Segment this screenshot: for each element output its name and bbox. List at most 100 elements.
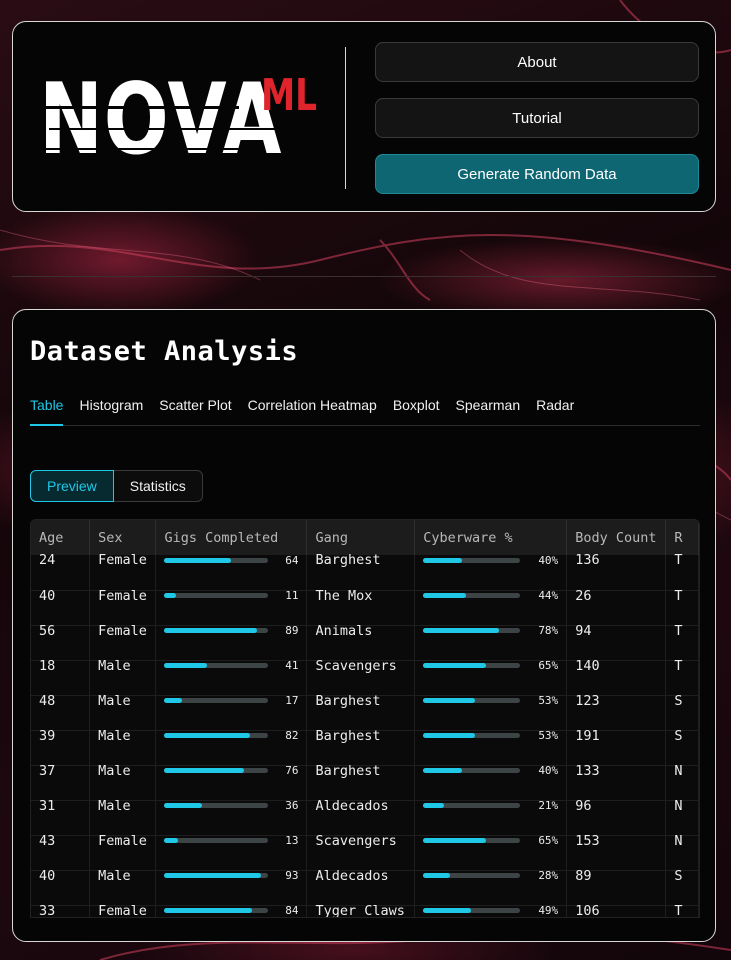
cell-gigs-completed-bar-fill [164, 663, 208, 668]
tab-radar[interactable]: Radar [536, 396, 574, 426]
cell-r: T [665, 648, 699, 684]
cell-gigs-completed-bar [164, 733, 269, 738]
logo-text: NOVA [39, 63, 283, 177]
cell-sex: Female [89, 543, 157, 579]
cell-gigs-completed-bar [164, 908, 269, 913]
cell-age: 40 [31, 578, 91, 614]
cell-r: N [665, 753, 699, 789]
table-row[interactable]: 39 Male 82 Barghest 53% 191 S [31, 718, 699, 754]
cell-gigs-completed-bar [164, 628, 269, 633]
cell-cyberware-bar-fill [423, 698, 475, 703]
cell-gigs-completed-bar-fill [164, 873, 262, 878]
data-table-container[interactable]: Age Sex Gigs Completed Gang Cyberware % Body … [30, 519, 700, 918]
section-divider [12, 276, 716, 277]
statistics-button[interactable]: Statistics [113, 470, 203, 502]
cell-gang: Barghest [306, 543, 416, 579]
cell-gigs-completed-value: 76 [285, 764, 299, 777]
cell-gigs-completed-bar [164, 803, 269, 808]
page-title: Dataset Analysis [30, 336, 299, 367]
cell-age: 40 [31, 858, 91, 894]
tab-histogram[interactable]: Histogram [79, 396, 143, 426]
cell-r: N [665, 823, 699, 859]
table-row[interactable]: 43 Female 13 Scavengers 65% 153 N [31, 823, 699, 859]
about-button[interactable]: About [375, 42, 699, 82]
cell-gigs-completed-bar [164, 698, 269, 703]
table-row[interactable]: 33 Female 84 Tyger Claws 49% 106 T [31, 893, 699, 917]
cell-cyberware-bar [423, 663, 521, 668]
cell-gigs-completed-value: 89 [285, 624, 299, 637]
tutorial-button[interactable]: Tutorial [375, 98, 699, 138]
tab-scatter-plot[interactable]: Scatter Plot [159, 396, 231, 426]
cell-cyberware-bar [423, 873, 521, 878]
cell-gigs-completed: 76 [155, 753, 308, 789]
generate-random-data-button[interactable]: Generate Random Data [375, 154, 699, 194]
cell-age: 56 [31, 613, 91, 649]
cell-cyberware-bar-fill [423, 733, 475, 738]
cell-cyberware-bar-fill [423, 557, 462, 563]
cell-cyberware-bar [423, 628, 521, 633]
table-row[interactable]: 48 Male 17 Barghest 53% 123 S [31, 683, 699, 719]
cell-gang: Scavengers [306, 648, 416, 684]
analysis-card: Dataset Analysis Table Histogram Scatter… [12, 309, 716, 942]
cell-cyberware: 44% [414, 578, 568, 614]
cell-gigs-completed-bar [164, 557, 269, 563]
tab-spearman[interactable]: Spearman [456, 396, 521, 426]
cell-age: 33 [31, 893, 91, 917]
table-row[interactable]: 56 Female 89 Animals 78% 94 T [31, 613, 699, 649]
cell-cyberware-value: 40% [538, 764, 559, 777]
table-row[interactable]: 40 Male 93 Aldecados 28% 89 S [31, 858, 699, 894]
table-row[interactable]: 37 Male 76 Barghest 40% 133 N [31, 753, 699, 789]
cell-gigs-completed-value: 84 [285, 904, 299, 917]
cell-gang: Tyger Claws [306, 893, 416, 917]
cell-gang: Scavengers [306, 823, 416, 859]
cell-cyberware-bar [423, 557, 521, 563]
table-row[interactable]: 24 Female 64 Barghest 40% 136 T [31, 543, 699, 579]
cell-cyberware-value: 53% [538, 729, 559, 742]
table-row[interactable]: 18 Male 41 Scavengers 65% 140 T [31, 648, 699, 684]
cell-cyberware-bar [423, 768, 521, 773]
cell-sex: Female [89, 823, 157, 859]
header-divider [345, 47, 346, 189]
table-row[interactable]: 40 Female 11 The Mox 44% 26 T [31, 578, 699, 614]
cell-cyberware: 21% [414, 788, 568, 824]
cell-cyberware-bar [423, 803, 521, 808]
cell-gigs-completed-bar [164, 873, 269, 878]
cell-sex: Female [89, 613, 157, 649]
cell-r: S [665, 718, 699, 754]
cell-r: T [665, 613, 699, 649]
cell-gigs-completed-value: 93 [285, 869, 299, 882]
cell-gigs-completed-bar-fill [164, 628, 258, 633]
cell-gigs-completed: 13 [155, 823, 308, 859]
cell-gigs-completed-bar-fill [164, 698, 183, 703]
cell-cyberware-value: 53% [538, 694, 559, 707]
cell-gigs-completed-bar-fill [164, 908, 252, 913]
cell-gigs-completed-bar-fill [164, 768, 244, 773]
tab-table[interactable]: Table [30, 396, 64, 426]
cell-gigs-completed: 84 [155, 893, 308, 917]
cell-age: 48 [31, 683, 91, 719]
logo-glitch-line [39, 148, 249, 150]
cell-gigs-completed-value: 41 [285, 659, 299, 672]
cell-r: S [665, 858, 699, 894]
cell-cyberware-bar-fill [423, 768, 462, 773]
preview-button[interactable]: Preview [30, 470, 114, 502]
cell-gang: Animals [306, 613, 416, 649]
cell-cyberware: 49% [414, 893, 568, 917]
table-row[interactable]: 31 Male 36 Aldecados 21% 96 N [31, 788, 699, 824]
cell-body-count: 96 [566, 788, 667, 824]
cell-gigs-completed-bar-fill [164, 838, 178, 843]
tab-boxplot[interactable]: Boxplot [393, 396, 440, 426]
cell-gigs-completed: 36 [155, 788, 308, 824]
cell-cyberware-bar [423, 733, 521, 738]
cell-cyberware-value: 78% [538, 624, 559, 637]
header-card: NOVA ML About Tutorial Generate Random D… [12, 21, 716, 212]
cell-cyberware-value: 49% [538, 904, 559, 917]
cell-gigs-completed-value: 11 [285, 589, 299, 602]
cell-body-count: 140 [566, 648, 667, 684]
tab-correlation-heatmap[interactable]: Correlation Heatmap [248, 396, 377, 426]
cell-age: 24 [31, 543, 91, 579]
cell-gang: Aldecados [306, 858, 416, 894]
cell-cyberware: 28% [414, 858, 568, 894]
cell-gigs-completed-bar [164, 663, 269, 668]
cell-gigs-completed: 41 [155, 648, 308, 684]
